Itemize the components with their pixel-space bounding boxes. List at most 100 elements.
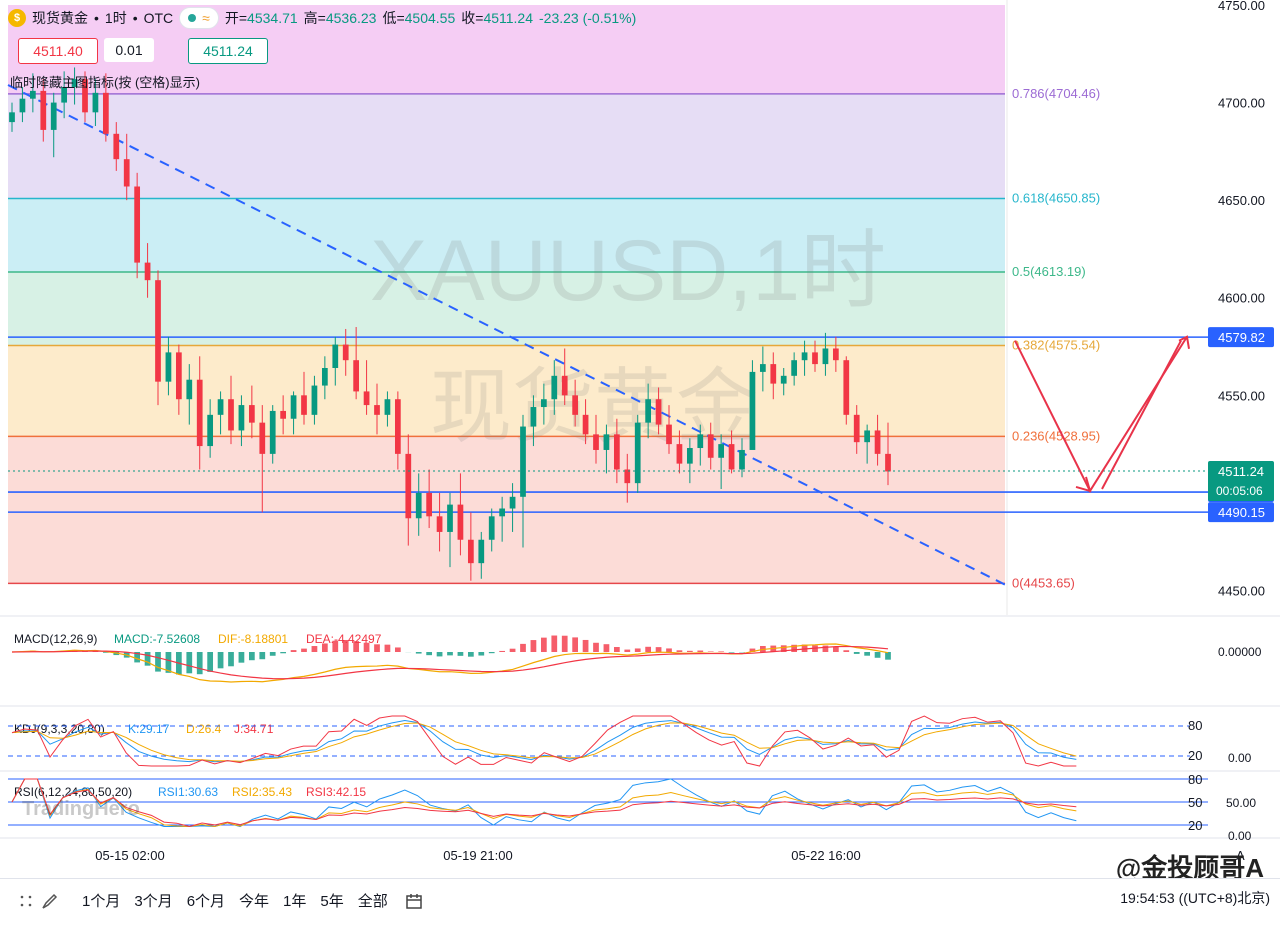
bottom-toolbar: 1个月 3个月 6个月 今年 1年 5年 全部: [0, 878, 1280, 922]
symbol-legend: $ 现货黄金 • 1时 • OTC ≈ 开=4534.71 高=4536.23 …: [8, 6, 636, 30]
timeframe[interactable]: 1时: [105, 8, 127, 28]
range-3m[interactable]: 3个月: [134, 890, 172, 911]
macd-histogram-bar: [656, 647, 662, 652]
candle-body: [614, 434, 620, 469]
macd-histogram-bar: [291, 650, 297, 652]
forecast-path: [1015, 337, 1187, 491]
macd-histogram-bar: [385, 645, 391, 652]
candle-body: [624, 469, 630, 483]
macd-histogram-bar: [197, 652, 203, 674]
candle-body: [405, 454, 411, 518]
kdj-axis-label: 0.00: [1228, 751, 1252, 765]
candle-body: [823, 348, 829, 364]
range-all[interactable]: 全部: [358, 890, 388, 911]
candle-body: [312, 386, 318, 415]
candle-body: [197, 380, 203, 446]
sell-button[interactable]: 4511.40: [18, 38, 98, 64]
macd-histogram-bar: [374, 644, 380, 652]
x-tick-label: 05-15 02:00: [95, 848, 164, 863]
candle-body: [259, 423, 265, 454]
fib-label-5: 0.236(4528.95): [1012, 428, 1100, 443]
candle-body: [739, 450, 745, 470]
grid-dots-icon[interactable]: [14, 889, 38, 913]
candle-body: [677, 444, 683, 464]
macd-histogram-bar: [541, 638, 547, 652]
macd-histogram-bar: [510, 649, 516, 652]
rsi-level-label-50: 50: [1188, 795, 1202, 810]
range-1m[interactable]: 1个月: [82, 890, 120, 911]
y-tick-label: 4650.00: [1218, 193, 1265, 208]
candle-body: [437, 516, 443, 532]
candle-body: [374, 405, 380, 415]
candle-body: [885, 454, 891, 472]
rsi-axis-0: 0.00: [1228, 829, 1252, 843]
macd-histogram-bar: [520, 644, 526, 652]
fib-label-1: 0.786(4704.46): [1012, 86, 1100, 101]
candle-body: [791, 360, 797, 376]
macd-histogram-bar: [729, 652, 735, 653]
chart-svg[interactable]: 0.786(4704.46) 0.618(4650.85) 0.5(4613.19)…: [0, 0, 1280, 921]
macd-histogram-bar: [624, 650, 630, 652]
candle-body: [572, 395, 578, 415]
ohlc-open: 开=4534.71: [225, 8, 298, 28]
fib-label-2: 0.618(4650.85): [1012, 191, 1100, 206]
candle-body: [499, 509, 505, 517]
macd-dea-line: [12, 646, 888, 678]
fib-zone-1: [8, 94, 1005, 199]
symbol-name[interactable]: 现货黄金: [32, 8, 88, 28]
candle-body: [750, 372, 756, 450]
macd-histogram-bar: [489, 652, 495, 653]
clock-timezone[interactable]: 19:54:53 ((UTC+8)北京): [1120, 888, 1270, 908]
gold-coin-icon: $: [8, 9, 26, 27]
date-range-icon[interactable]: [402, 889, 426, 913]
macd-histogram-bar: [687, 651, 693, 652]
candle-body: [20, 99, 26, 113]
macd-histogram-bar: [499, 651, 505, 652]
range-ytd[interactable]: 今年: [239, 890, 269, 911]
level-tag-label-0: 4579.82: [1218, 330, 1265, 345]
candle-body: [186, 380, 192, 400]
ohlc-change: -23.23 (-0.51%): [539, 10, 636, 26]
macd-dif: DIF:-8.18801: [218, 632, 288, 646]
spread-value: 0.01: [104, 38, 154, 62]
candle-body: [708, 434, 714, 457]
candle-body: [656, 399, 662, 424]
y-tick-label: 4750.00: [1218, 0, 1265, 13]
candle-body: [645, 399, 651, 422]
candle-body: [562, 376, 568, 396]
candle-body: [353, 360, 359, 391]
kdj-j-line: [12, 716, 1076, 766]
candle-body: [155, 280, 161, 381]
candle-body: [666, 425, 672, 445]
macd-histogram-bar: [353, 641, 359, 652]
forecast-rally-line: [1102, 341, 1181, 489]
candle-body: [458, 505, 464, 540]
macd-histogram-bar: [875, 652, 881, 658]
macd-histogram-bar: [280, 652, 286, 653]
range-1y[interactable]: 1年: [283, 890, 306, 911]
range-5y[interactable]: 5年: [320, 890, 343, 911]
candle-body: [228, 399, 234, 430]
hidden-indicators-hint: 临时降藏主图指标(按 (空格)显示): [10, 72, 200, 91]
macd-histogram-bar: [677, 650, 683, 652]
range-6m[interactable]: 6个月: [187, 890, 225, 911]
buy-button[interactable]: 4511.24: [188, 38, 268, 64]
candle-body: [802, 352, 808, 360]
fib-label-3: 0.5(4613.19): [1012, 264, 1086, 279]
macd-histogram-bar: [322, 643, 328, 652]
macd-histogram-bar: [239, 652, 245, 663]
candle-body: [176, 352, 182, 399]
candle-body: [833, 348, 839, 360]
exchange: OTC: [144, 10, 174, 26]
macd-histogram-bar: [718, 651, 724, 652]
candle-body: [770, 364, 776, 384]
market-status-pill[interactable]: ≈: [179, 7, 219, 29]
approx-icon: ≈: [202, 10, 210, 26]
fib-zone-5: [8, 436, 1005, 583]
market-open-dot-icon: [188, 14, 196, 22]
candle-body: [447, 505, 453, 532]
macd-histogram-bar: [583, 640, 589, 652]
pen-icon[interactable]: [38, 889, 62, 913]
candle-body: [395, 399, 401, 454]
chart[interactable]: 0.786(4704.46) 0.618(4650.85) 0.5(4613.19)…: [0, 0, 1280, 921]
